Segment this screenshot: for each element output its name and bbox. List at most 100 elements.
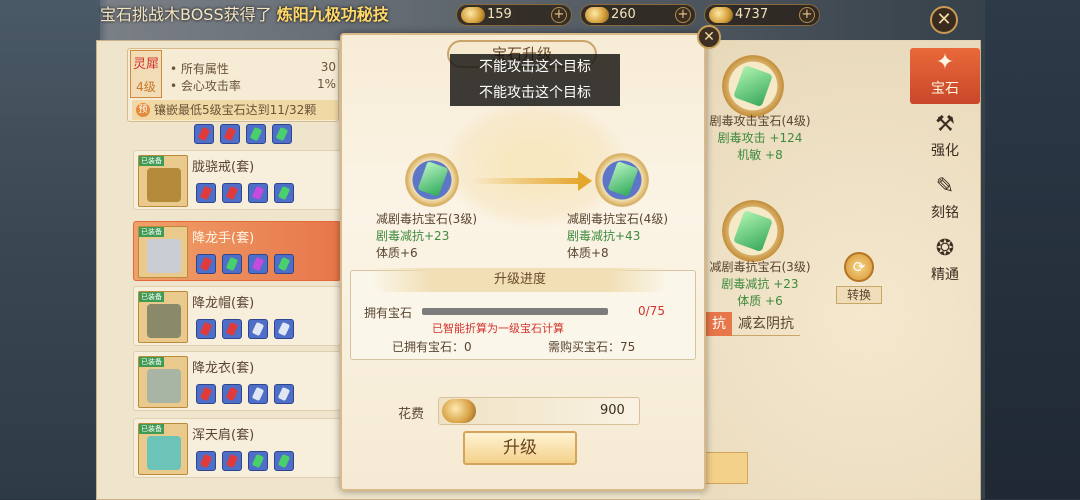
equipped-tag: 已装备 — [139, 227, 164, 237]
convert-icon: ⟳ — [844, 252, 874, 282]
gem-slot-icon — [274, 183, 294, 203]
upgrade-button[interactable]: 升级 — [463, 431, 577, 465]
lingxi-badge: 灵犀 4级 — [130, 50, 162, 98]
equipment-thumbnail: 已装备 — [138, 291, 188, 343]
equipment-icon — [147, 168, 181, 202]
equipment-name: 降龙帽(套) — [192, 296, 255, 311]
preview-badge: 预 — [136, 103, 150, 117]
equipment-icon — [147, 369, 181, 403]
gem-slot-attack[interactable] — [722, 55, 784, 117]
gem-slot-icon — [274, 319, 294, 339]
gold-ingot-icon — [585, 7, 609, 23]
equipment-thumbnail: 已装备 — [138, 155, 188, 207]
tab-xuanyin-resist[interactable]: 减玄阴抗 — [732, 312, 800, 336]
convert-button[interactable]: ⟳ 转换 — [836, 252, 882, 304]
ticker-text: 挑战木BOSS获得了 — [132, 5, 272, 24]
gem-slot-icon — [222, 384, 242, 404]
attr-row: • 会心攻击率 1% — [170, 77, 336, 93]
gem-slot-icon — [248, 254, 268, 274]
smart-convert-note: 已智能折算为一级宝石计算 — [432, 322, 564, 335]
nav-enhance[interactable]: ⚒ 强化 — [910, 110, 980, 166]
gem-slot-icon — [272, 124, 292, 144]
add-gold-ingot-button[interactable]: + — [675, 7, 691, 23]
gem-slot-icon — [222, 183, 242, 203]
side-nav: ✦ 宝石 ⚒ 强化 ✎ 刻铭 ❂ 精通 — [910, 48, 980, 308]
equipment-name: 浑天肩(套) — [192, 428, 255, 443]
cost-value: 900 — [600, 403, 625, 418]
gem-slot-icon — [194, 124, 214, 144]
mastery-nav-icon: ❂ — [935, 236, 955, 261]
gem-slot-icon — [274, 384, 294, 404]
equipment-item[interactable]: 已装备 降龙手(套) — [133, 221, 341, 281]
nav-gem[interactable]: ✦ 宝石 — [910, 48, 980, 104]
upgrade-arrow — [472, 178, 582, 184]
equipment-thumbnail: 已装备 — [138, 423, 188, 475]
add-silver-ingot-button[interactable]: + — [799, 7, 815, 23]
progress-value: 0/75 — [638, 304, 665, 318]
progress-bar — [422, 308, 608, 315]
silver-ingot-counter: 4737 + — [704, 4, 820, 26]
gem-slot-icon — [196, 183, 216, 203]
equipment-item[interactable]: 已装备 浑天肩(套) — [133, 418, 341, 478]
nav-mastery[interactable]: ❂ 精通 — [910, 234, 980, 290]
gem-slot-resist-info: 减剧毒抗宝石(3级) 剧毒减抗 +23 体质 +6 — [709, 260, 811, 308]
equipment-name: 胧骁戒(套) — [192, 160, 255, 175]
equipment-item[interactable]: 已装备 降龙帽(套) — [133, 286, 341, 346]
owned-gem-count: 已拥有宝石：0 — [392, 340, 472, 354]
owned-gem-label: 拥有宝石 — [364, 306, 413, 320]
gem-slot-icon — [246, 124, 266, 144]
gem-slot-icon — [248, 319, 268, 339]
equipment-icon — [147, 304, 181, 338]
inlay-progress-note: 预 镶嵌最低5级宝石达到11/32颗 — [132, 100, 338, 120]
ticker-highlight: 炼阳九极功秘技 — [276, 5, 389, 24]
equipment-item[interactable]: 已装备 降龙衣(套) — [133, 351, 341, 411]
tab-resist[interactable]: 抗 — [706, 312, 732, 336]
gem-slot-icon — [222, 319, 242, 339]
system-ticker: 宝石挑战木BOSS获得了 炼阳九极功秘技 — [100, 1, 389, 25]
gem-slot-attack-info: 剧毒攻击宝石(4级) 剧毒攻击 +124 机敏 +8 — [709, 114, 811, 162]
equipment-gem-row-partial — [190, 124, 300, 144]
gem-slot-icon — [274, 254, 294, 274]
ticker-prefix: 宝石 — [100, 5, 133, 24]
gem-slot-icon — [196, 384, 216, 404]
source-gem-info: 减剧毒抗宝石(3级) 剧毒减抗+23 体质+6 — [376, 212, 477, 260]
add-jade-coin-button[interactable]: + — [551, 7, 567, 23]
equipment-thumbnail: 已装备 — [138, 226, 188, 278]
gem-slot-resist[interactable] — [722, 200, 784, 262]
close-window-button[interactable]: ✕ — [930, 6, 958, 34]
equipment-name: 降龙手(套) — [192, 231, 255, 246]
attr-row: • 所有属性 30 — [170, 60, 336, 76]
jade-coin-icon — [461, 7, 485, 23]
toast-message: 不能攻击这个目标 — [450, 80, 620, 106]
gem-slot-icon — [274, 451, 294, 471]
gem-slot-icon — [248, 183, 268, 203]
gem-slot-icon — [196, 451, 216, 471]
equipment-icon — [147, 239, 181, 273]
need-buy-count: 需购买宝石：75 — [548, 340, 636, 354]
gem-slot-icon — [222, 451, 242, 471]
jade-coin-counter: 159 + — [456, 4, 572, 26]
nav-engrave[interactable]: ✎ 刻铭 — [910, 172, 980, 228]
resist-tabs: 抗 减玄阴抗 — [706, 312, 886, 336]
arrow-head-icon — [578, 171, 592, 191]
silver-ingot-icon — [709, 7, 733, 23]
modal-close-button[interactable]: ✕ — [697, 25, 721, 49]
progress-title: 升级进度 — [372, 268, 668, 292]
equipped-tag: 已装备 — [139, 424, 164, 434]
gem-slot-icon — [248, 384, 268, 404]
equipped-tag: 已装备 — [139, 156, 164, 166]
equipment-item[interactable]: 已装备 胧骁戒(套) — [133, 150, 341, 210]
cost-label: 花费 — [398, 407, 425, 422]
equipment-icon — [147, 436, 181, 470]
gem-crystal-icon — [733, 209, 773, 253]
target-gem-slot — [592, 150, 652, 210]
source-gem-slot — [402, 150, 462, 210]
gold-ingot-counter: 260 + — [580, 4, 696, 26]
equipped-tag: 已装备 — [139, 357, 164, 367]
gem-nav-icon: ✦ — [935, 50, 955, 75]
gem-crystal-icon — [417, 161, 449, 197]
toast-message: 不能攻击这个目标 — [450, 54, 620, 80]
gem-crystal-icon — [733, 64, 773, 108]
gem-slot-icon — [220, 124, 240, 144]
target-gem-info: 减剧毒抗宝石(4级) 剧毒减抗+43 体质+8 — [567, 212, 668, 260]
